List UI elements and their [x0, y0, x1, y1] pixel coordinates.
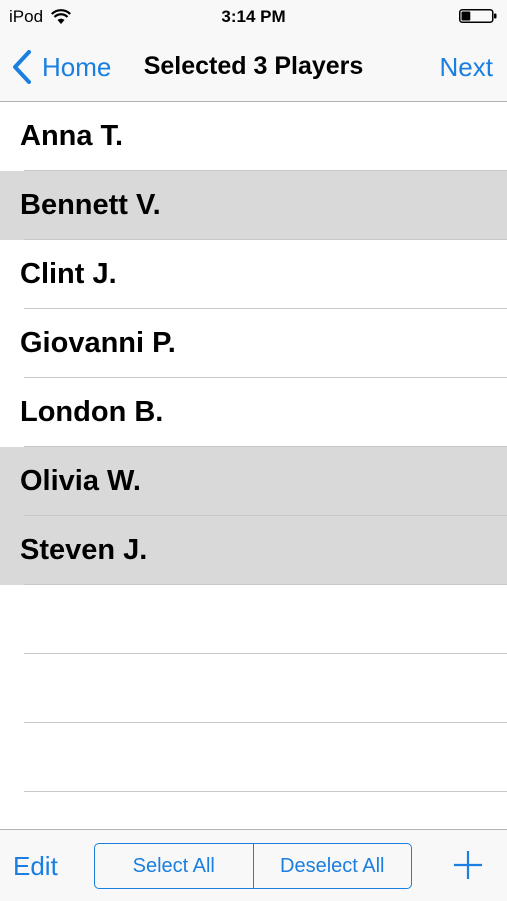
deselect-all-button[interactable]: Deselect All — [252, 844, 412, 888]
empty-row — [0, 654, 507, 723]
select-all-button[interactable]: Select All — [95, 844, 253, 888]
player-row[interactable]: Giovanni P. — [0, 309, 507, 378]
status-time: 3:14 PM — [221, 7, 286, 26]
player-row[interactable]: Clint J. — [0, 240, 507, 309]
next-button[interactable]: Next — [440, 52, 493, 83]
player-name: Anna T. — [20, 120, 124, 152]
player-row[interactable]: London B. — [0, 378, 507, 447]
empty-row — [0, 723, 507, 792]
edit-button[interactable]: Edit — [13, 851, 58, 882]
player-name: Clint J. — [20, 258, 117, 290]
bottom-toolbar: Edit Select All Deselect All — [0, 829, 507, 901]
player-name: Steven J. — [20, 534, 148, 566]
player-row[interactable]: Steven J. — [0, 516, 507, 585]
status-bar: iPod 3:14 PM — [0, 0, 507, 34]
battery-icon — [459, 9, 497, 23]
empty-row — [0, 585, 507, 654]
player-row[interactable]: Bennett V. — [0, 171, 507, 240]
player-list: Anna T. Bennett V. Clint J. Giovanni P. … — [0, 102, 507, 792]
plus-icon[interactable] — [453, 850, 483, 880]
player-row[interactable]: Olivia W. — [0, 447, 507, 516]
navigation-bar: Home Selected 3 Players Next — [0, 34, 507, 102]
player-name: London B. — [20, 396, 164, 428]
player-name: Giovanni P. — [20, 327, 176, 359]
player-row[interactable]: Anna T. — [0, 102, 507, 171]
page-title: Selected 3 Players — [143, 52, 364, 80]
player-name: Olivia W. — [20, 465, 141, 497]
player-name: Bennett V. — [20, 189, 161, 221]
selection-segmented-control: Select All Deselect All — [94, 843, 412, 889]
